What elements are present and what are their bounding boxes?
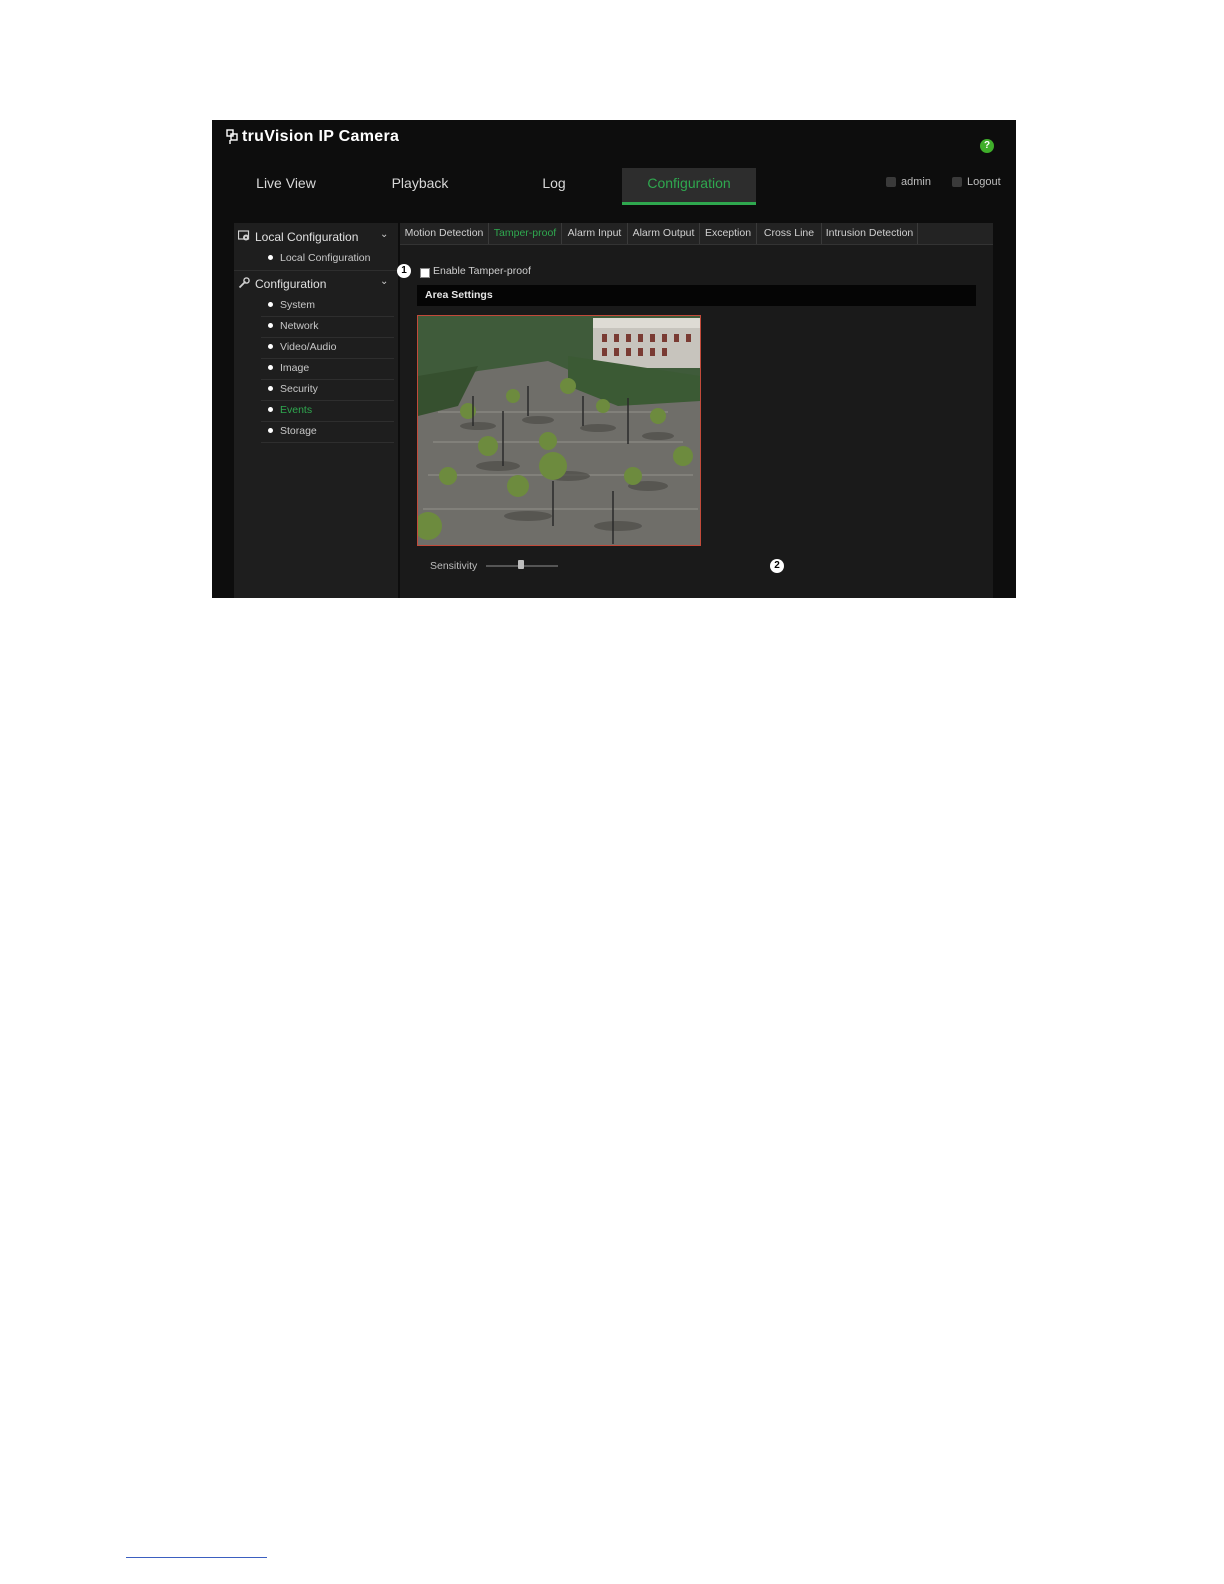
- app-logo: truVision IP Camera: [226, 128, 399, 146]
- sidebar-item-security[interactable]: Security: [261, 380, 394, 401]
- bullet-icon: [268, 365, 273, 370]
- sidebar-item-system[interactable]: System: [261, 296, 394, 317]
- logout-label: Logout: [967, 176, 1001, 188]
- subtab-cross-line[interactable]: Cross Line: [757, 223, 822, 244]
- tab-configuration[interactable]: Configuration: [622, 168, 756, 205]
- sidebar-section-label: Configuration: [255, 277, 327, 291]
- sidebar-divider: [234, 270, 398, 271]
- sidebar-section-configuration[interactable]: Configuration ⌄: [234, 272, 398, 296]
- sidebar: Local Configuration ⌄ Local Configuratio…: [234, 223, 398, 598]
- area-settings-label: Area Settings: [425, 289, 493, 301]
- sensitivity-slider-handle[interactable]: [517, 560, 524, 569]
- tab-playback[interactable]: Playback: [370, 168, 470, 202]
- chevron-down-icon: ⌄: [380, 276, 389, 287]
- chevron-down-icon: ⌄: [380, 229, 389, 240]
- bullet-icon: [268, 255, 273, 260]
- subtab-alarm-input[interactable]: Alarm Input: [562, 223, 628, 244]
- subtab-motion-detection[interactable]: Motion Detection: [400, 223, 489, 244]
- subtab-intrusion-detection[interactable]: Intrusion Detection: [822, 223, 918, 244]
- camera-preview[interactable]: [417, 315, 701, 546]
- bullet-icon: [268, 407, 273, 412]
- area-settings-header: Area Settings: [417, 285, 976, 306]
- camera-web-app: truVision IP Camera ? Live View Playback…: [212, 120, 1016, 598]
- sidebar-item-video-audio[interactable]: Video/Audio: [261, 338, 394, 359]
- sidebar-item-label: Events: [280, 404, 313, 416]
- user-menu[interactable]: admin: [886, 176, 931, 188]
- footnote-rule: [126, 1557, 267, 1558]
- subtab-tamper-proof[interactable]: Tamper-proof: [489, 223, 562, 244]
- sidebar-item-storage[interactable]: Storage: [261, 422, 394, 443]
- tab-live-view[interactable]: Live View: [236, 168, 336, 202]
- callout-badge-1: 1: [397, 264, 411, 278]
- bullet-icon: [268, 302, 273, 307]
- sensitivity-label: Sensitivity: [430, 560, 478, 572]
- tab-log[interactable]: Log: [504, 168, 604, 202]
- bullet-icon: [268, 386, 273, 391]
- sidebar-item-events[interactable]: Events: [261, 401, 394, 422]
- camera-logo-icon: [226, 129, 238, 144]
- sidebar-item-label: Video/Audio: [280, 341, 337, 353]
- monitor-gear-icon: [238, 230, 250, 241]
- sidebar-item-label: Security: [280, 383, 318, 395]
- bullet-icon: [268, 344, 273, 349]
- sidebar-item-label: Image: [280, 362, 310, 374]
- sidebar-item-label: Network: [280, 320, 319, 332]
- subtab-exception[interactable]: Exception: [700, 223, 757, 244]
- user-icon: [886, 177, 896, 187]
- username: admin: [901, 176, 931, 188]
- subtab-alarm-output[interactable]: Alarm Output: [628, 223, 700, 244]
- sidebar-section-local-configuration[interactable]: Local Configuration ⌄: [234, 225, 398, 249]
- enable-tamper-proof-checkbox[interactable]: [420, 268, 430, 278]
- sidebar-item-image[interactable]: Image: [261, 359, 394, 380]
- sidebar-section-label: Local Configuration: [255, 230, 359, 244]
- sidebar-item-local-configuration[interactable]: Local Configuration: [261, 249, 394, 269]
- logout-icon: [952, 177, 962, 187]
- enable-tamper-proof-label: Enable Tamper-proof: [433, 265, 531, 277]
- sidebar-item-label: Storage: [280, 425, 317, 437]
- callout-badge-2: 2: [770, 559, 784, 573]
- wrench-icon: [238, 277, 250, 289]
- content-panel: Motion Detection Tamper-proof Alarm Inpu…: [397, 223, 993, 598]
- logout-button[interactable]: Logout: [952, 176, 1001, 188]
- help-icon[interactable]: ?: [980, 139, 994, 153]
- parking-lot-image: [418, 316, 700, 545]
- sidebar-item-network[interactable]: Network: [261, 317, 394, 338]
- app-title: truVision IP Camera: [242, 128, 400, 145]
- sidebar-item-label: System: [280, 299, 316, 311]
- event-subtabs: Motion Detection Tamper-proof Alarm Inpu…: [400, 223, 993, 245]
- bullet-icon: [268, 323, 273, 328]
- bullet-icon: [268, 428, 273, 433]
- sidebar-item-label: Local Configuration: [280, 252, 371, 264]
